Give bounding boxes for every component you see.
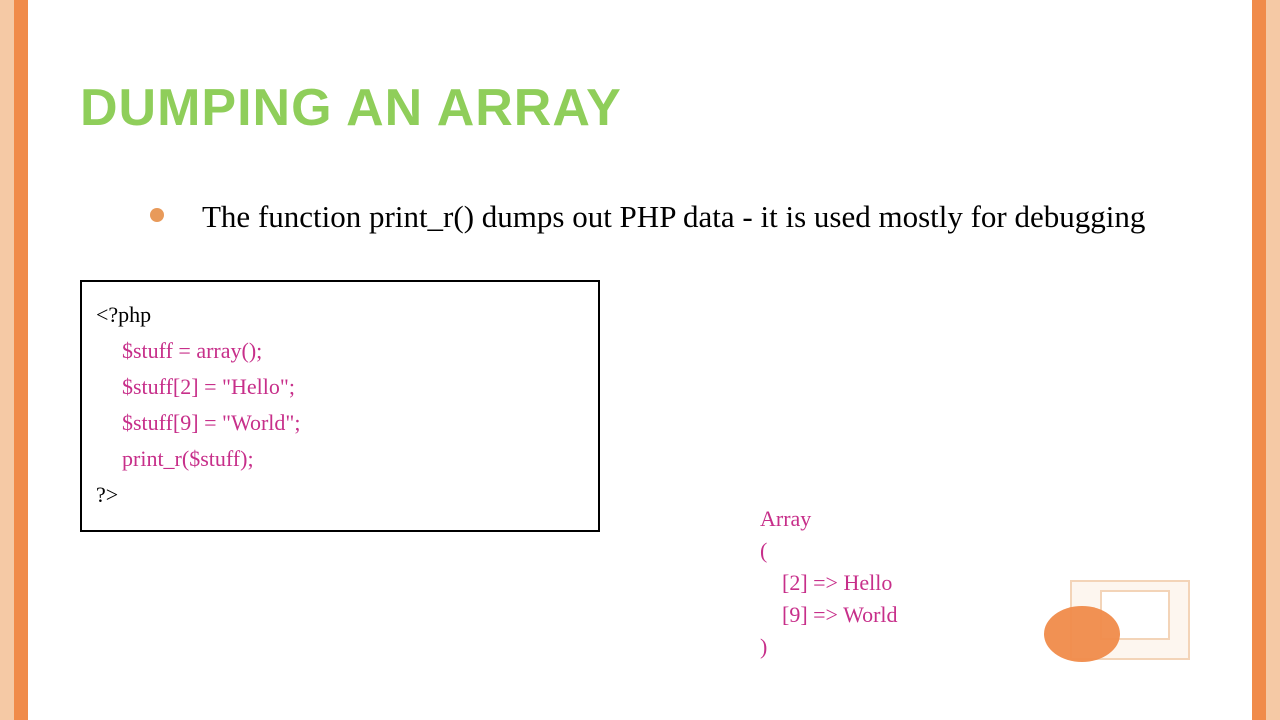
decor-stripe-left-inner	[14, 0, 28, 720]
code-line-3: $stuff[9] = "World";	[96, 410, 584, 436]
output-line-4: [9] => World	[760, 602, 898, 628]
bullet-text: The function print_r() dumps out PHP dat…	[202, 196, 1145, 238]
code-line-4: print_r($stuff);	[96, 446, 584, 472]
output-line-5: )	[760, 634, 898, 660]
code-line-open: <?php	[96, 302, 584, 328]
code-line-close: ?>	[96, 482, 584, 508]
slide-body: DUMPING AN ARRAY The function print_r() …	[40, 0, 1240, 720]
bullet-item: The function print_r() dumps out PHP dat…	[150, 196, 1200, 238]
slide-title: DUMPING AN ARRAY	[80, 78, 1200, 138]
decor-rect-front	[1100, 590, 1170, 640]
decor-rect-back	[1070, 580, 1190, 660]
decor-rects	[1050, 560, 1190, 660]
output-block: Array ( [2] => Hello [9] => World )	[760, 500, 898, 666]
code-block: <?php $stuff = array(); $stuff[2] = "Hel…	[80, 280, 600, 532]
code-line-1: $stuff = array();	[96, 338, 584, 364]
bullet-icon	[150, 208, 164, 222]
output-line-2: (	[760, 538, 898, 564]
decor-ellipse	[1044, 606, 1120, 662]
output-line-3: [2] => Hello	[760, 570, 898, 596]
decor-stripe-right-outer	[1266, 0, 1280, 720]
output-line-1: Array	[760, 506, 898, 532]
decor-stripe-left-outer	[0, 0, 14, 720]
decor-stripe-right-inner	[1252, 0, 1266, 720]
code-line-2: $stuff[2] = "Hello";	[96, 374, 584, 400]
